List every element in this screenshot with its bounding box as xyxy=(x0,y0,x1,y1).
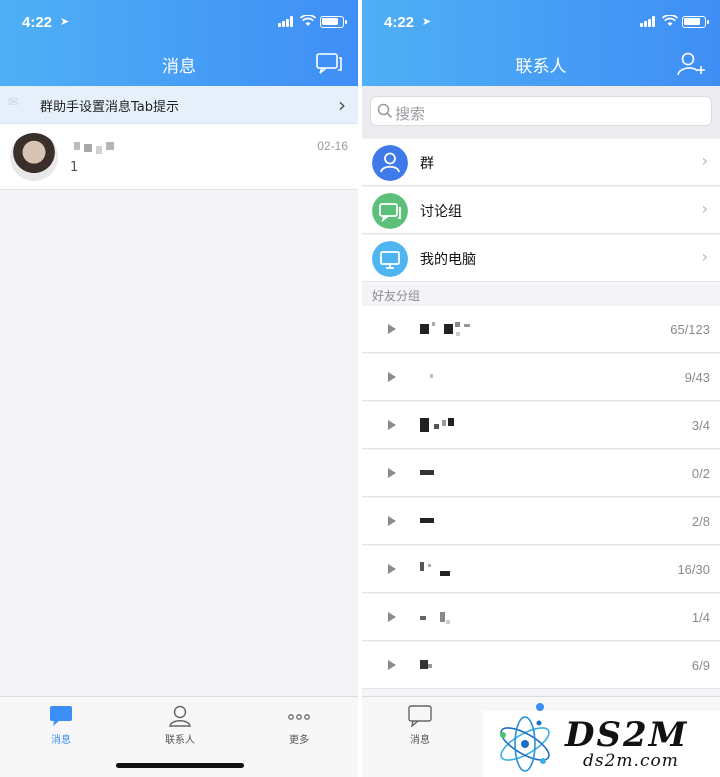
status-time: 4:22 xyxy=(22,14,53,31)
group-name-blurred xyxy=(420,466,490,480)
search-area: 搜索 xyxy=(362,86,720,138)
tab-messages[interactable]: 消息 xyxy=(390,701,450,746)
group-icon xyxy=(372,145,408,181)
friend-group-row[interactable]: 16/30 xyxy=(362,546,720,593)
contacts-screen: 4:22 ➤ 联系人 搜索 群 › 讨论组 › 我的电脑 › 好友分组 65/1… xyxy=(362,0,720,777)
add-contact-icon[interactable] xyxy=(676,50,706,78)
expand-triangle-icon xyxy=(388,516,396,526)
friend-group-row[interactable]: 3/4 xyxy=(362,402,720,449)
tab-label: 联系人 xyxy=(165,735,195,746)
watermark-domain: ds2m.com xyxy=(583,751,679,771)
group-name-blurred xyxy=(420,370,490,384)
chat-bubbles-icon[interactable] xyxy=(314,50,344,78)
friend-group-row[interactable]: 9/43 xyxy=(362,354,720,401)
messages-header: 4:22 ➤ 消息 xyxy=(0,0,358,86)
group-name-blurred xyxy=(420,418,490,432)
friend-group-row[interactable]: 1/4 xyxy=(362,594,720,641)
tab-messages[interactable]: 消息 xyxy=(31,701,91,746)
battery-icon xyxy=(320,16,347,28)
message-preview: 1 xyxy=(70,160,79,175)
tab-label: 消息 xyxy=(410,735,430,746)
chevron-right-icon: › xyxy=(701,151,708,170)
page-title: 联系人 xyxy=(515,57,567,77)
conversation-row[interactable]: 1 02-16 xyxy=(0,124,358,190)
online-count: 3/4 xyxy=(691,418,710,433)
category-label: 群 xyxy=(420,156,434,172)
message-tab-icon xyxy=(408,705,432,727)
group-name-blurred xyxy=(420,514,490,528)
signal-icon xyxy=(640,16,656,27)
category-label: 讨论组 xyxy=(420,204,462,220)
chevron-right-icon: › xyxy=(701,247,708,266)
contacts-header: 4:22 ➤ 联系人 xyxy=(362,0,720,86)
online-count: 2/8 xyxy=(691,514,710,529)
online-count: 65/123 xyxy=(670,322,710,337)
page-title: 消息 xyxy=(162,57,196,77)
tab-more[interactable]: 更多 xyxy=(269,701,329,746)
signal-icon xyxy=(278,16,294,27)
online-count: 1/4 xyxy=(691,610,710,625)
watermark-brand: DS2M xyxy=(565,715,689,755)
group-name-blurred xyxy=(420,322,490,336)
messages-screen: 4:22 ➤ 消息 ✉ 群助手设置消息Tab提示 › 1 02-16 消息 联系… xyxy=(0,0,358,777)
friend-group-row[interactable]: 0/2 xyxy=(362,450,720,497)
search-placeholder: 搜索 xyxy=(395,105,426,123)
expand-triangle-icon xyxy=(388,660,396,670)
discussion-icon xyxy=(372,193,408,229)
chevron-right-icon: › xyxy=(338,93,346,117)
category-discussions[interactable]: 讨论组 › xyxy=(362,187,720,234)
expand-triangle-icon xyxy=(388,372,396,382)
status-time: 4:22 xyxy=(384,14,415,31)
search-icon xyxy=(377,103,393,119)
home-indicator xyxy=(116,763,244,768)
group-assistant-banner[interactable]: ✉ 群助手设置消息Tab提示 › xyxy=(0,86,358,124)
status-bar: 4:22 ➤ xyxy=(362,0,720,44)
tab-contacts[interactable]: 联系人 xyxy=(150,701,210,746)
location-icon: ➤ xyxy=(60,15,70,28)
friend-group-row[interactable]: 6/9 xyxy=(362,642,720,689)
computer-icon xyxy=(372,241,408,277)
expand-triangle-icon xyxy=(388,420,396,430)
active-tab-dot xyxy=(536,703,544,711)
wifi-icon xyxy=(300,15,316,26)
wifi-icon xyxy=(662,15,678,26)
friend-group-row[interactable]: 65/123 xyxy=(362,306,720,353)
watermark: DS2M ds2m.com xyxy=(483,711,720,777)
location-icon: ➤ xyxy=(422,15,432,28)
online-count: 16/30 xyxy=(677,562,710,577)
status-bar: 4:22 ➤ xyxy=(0,0,358,44)
more-dots-icon xyxy=(288,714,310,720)
avatar xyxy=(10,133,58,181)
battery-icon xyxy=(682,16,709,28)
category-groups[interactable]: 群 › xyxy=(362,139,720,186)
group-name-blurred xyxy=(420,658,490,672)
search-input[interactable]: 搜索 xyxy=(370,96,712,126)
section-title: 好友分组 xyxy=(372,289,421,303)
group-name-blurred xyxy=(420,610,490,624)
banner-text: 群助手设置消息Tab提示 xyxy=(40,100,180,115)
friend-group-row[interactable]: 2/8 xyxy=(362,498,720,545)
online-count: 9/43 xyxy=(684,370,710,385)
message-date: 02-16 xyxy=(317,139,348,153)
group-name-blurred xyxy=(420,562,490,576)
banner-icon: ✉ xyxy=(8,95,19,109)
category-my-computer[interactable]: 我的电脑 › xyxy=(362,235,720,282)
tab-label: 消息 xyxy=(51,735,71,746)
expand-triangle-icon xyxy=(388,564,396,574)
expand-triangle-icon xyxy=(388,612,396,622)
online-count: 0/2 xyxy=(691,466,710,481)
message-tab-icon xyxy=(50,706,72,726)
expand-triangle-icon xyxy=(388,324,396,334)
contact-name-blurred xyxy=(74,142,122,154)
friend-groups-header: 好友分组 xyxy=(362,282,720,306)
tab-label: 更多 xyxy=(289,735,309,746)
expand-triangle-icon xyxy=(388,468,396,478)
chevron-right-icon: › xyxy=(701,199,708,218)
category-label: 我的电脑 xyxy=(420,252,476,268)
person-icon xyxy=(169,705,191,727)
online-count: 6/9 xyxy=(691,658,710,673)
atom-logo-icon xyxy=(500,716,550,772)
